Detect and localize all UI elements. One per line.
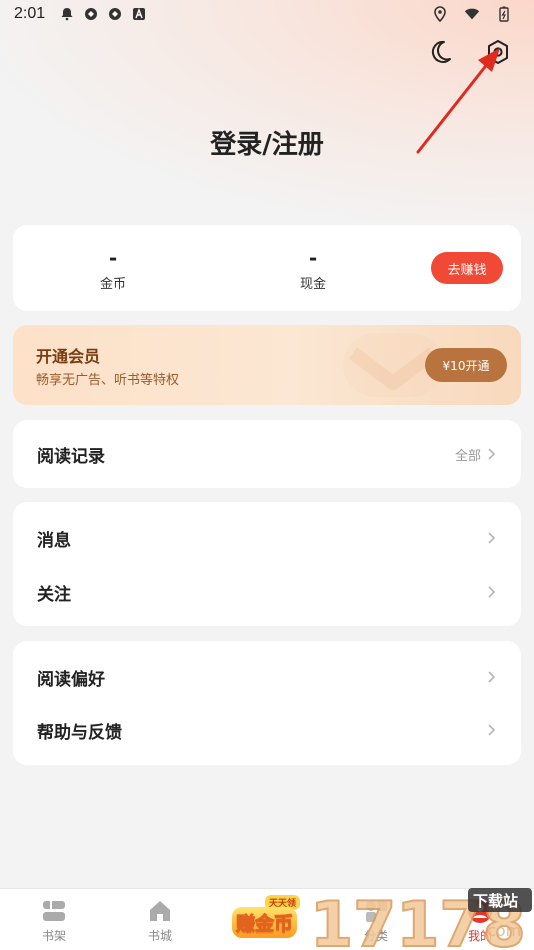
reading-history-card: 阅读记录 全部 xyxy=(13,420,521,488)
cash-label: 现金 xyxy=(299,277,326,292)
reading-history-label: 阅读记录 xyxy=(37,446,105,467)
chevron-right-icon xyxy=(488,532,496,544)
coins-value: - xyxy=(108,246,118,270)
wifi-icon xyxy=(464,6,480,22)
menu-group-messages: 消息 关注 xyxy=(13,502,521,626)
bookshelf-icon xyxy=(43,901,65,921)
view-all-label: 全部 xyxy=(454,448,481,464)
watermark-suffix: .com xyxy=(482,921,521,940)
earn-coins-label: 赚金币 xyxy=(232,907,298,938)
tab-label: 书架 xyxy=(41,929,66,943)
tab-bookshelf[interactable]: 书架 xyxy=(24,897,84,944)
tab-earn-coins[interactable]: 天天领 赚金币 xyxy=(232,895,300,941)
coins-label: 金币 xyxy=(99,277,126,292)
vip-subtitle: 畅享无广告、听书等特权 xyxy=(36,373,180,388)
menu-item-help-feedback[interactable]: 帮助与反馈 xyxy=(13,703,521,757)
status-bar: 2:01 xyxy=(0,0,534,28)
menu-item-label: 关注 xyxy=(37,584,71,605)
site-watermark: 17178 下载站 .com xyxy=(310,887,532,950)
coins-stat[interactable]: - 金币 xyxy=(63,247,163,292)
chevron-right-icon xyxy=(488,724,496,736)
earn-money-button[interactable]: 去赚钱 xyxy=(431,252,503,284)
home-icon xyxy=(150,901,170,921)
wallet-card: - 金币 - 现金 去赚钱 xyxy=(13,225,521,311)
tab-bookstore[interactable]: 书城 xyxy=(130,897,190,944)
menu-item-messages[interactable]: 消息 xyxy=(13,511,521,565)
login-register-link[interactable]: 登录/注册 xyxy=(0,124,534,161)
cash-value: - xyxy=(308,246,318,270)
app-notification-icon-2 xyxy=(107,6,123,22)
chevron-right-icon xyxy=(488,448,496,460)
menu-item-reading-preference[interactable]: 阅读偏好 xyxy=(13,650,521,704)
reading-history-row[interactable]: 阅读记录 全部 xyxy=(13,427,521,481)
menu-item-label: 阅读偏好 xyxy=(37,669,105,690)
cash-stat[interactable]: - 现金 xyxy=(263,247,363,292)
vip-open-button[interactable]: ¥10开通 xyxy=(425,348,507,382)
tab-label: 书城 xyxy=(147,929,172,943)
status-time: 2:01 xyxy=(14,5,46,22)
app-a-icon xyxy=(131,6,147,22)
chevron-right-icon xyxy=(488,586,496,598)
menu-item-label: 帮助与反馈 xyxy=(37,722,122,743)
location-icon xyxy=(432,6,448,22)
vip-title: 开通会员 xyxy=(36,347,101,366)
battery-icon xyxy=(496,6,512,22)
notification-bell-icon xyxy=(59,6,75,22)
watermark-site: 下载站 xyxy=(473,892,518,910)
menu-group-preferences: 阅读偏好 帮助与反馈 xyxy=(13,641,521,765)
menu-item-following[interactable]: 关注 xyxy=(13,565,521,619)
app-notification-icon xyxy=(83,6,99,22)
chevron-right-icon xyxy=(488,671,496,683)
vip-banner[interactable]: 开通会员 畅享无广告、听书等特权 ¥10开通 xyxy=(13,325,521,405)
menu-item-label: 消息 xyxy=(37,530,71,551)
